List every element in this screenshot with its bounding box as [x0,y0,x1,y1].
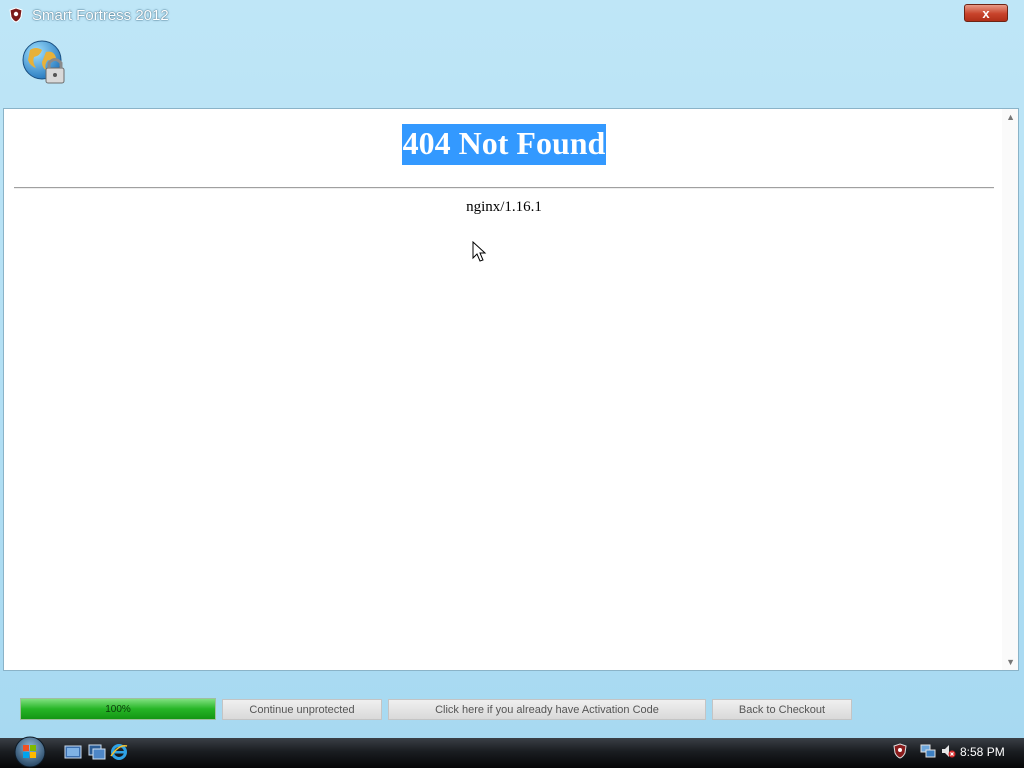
activation-code-button[interactable]: Click here if you already have Activatio… [388,699,706,720]
globe-lock-icon [22,40,65,84]
app-window: Smart Fortress 2012 x 404 Not Found ngin… [0,0,1024,738]
taskbar [0,738,1024,768]
continue-unprotected-button[interactable]: Continue unprotected [222,699,382,720]
heading-text: 404 Not Found [401,124,607,165]
browser-viewport[interactable]: 404 Not Found nginx/1.16.1 ▲ ▼ [3,108,1019,671]
close-icon: x [982,5,990,21]
taskbar-clock[interactable]: 8:58 PM [960,745,1005,759]
window-title: Smart Fortress 2012 [32,7,169,24]
shield-icon [9,7,23,23]
scroll-down-icon[interactable]: ▼ [1006,657,1015,667]
back-to-checkout-button[interactable]: Back to Checkout [712,699,852,720]
progress-label: 100% [105,703,131,715]
shield-tray-icon[interactable] [892,743,908,759]
divider [14,187,994,189]
vertical-scrollbar[interactable]: ▲ ▼ [1002,109,1018,670]
internet-explorer-icon[interactable] [110,743,128,761]
network-icon[interactable] [920,743,936,759]
server-info: nginx/1.16.1 [466,199,542,215]
title-bar[interactable]: Smart Fortress 2012 x [0,0,1024,32]
scroll-up-icon[interactable]: ▲ [1006,112,1015,122]
mouse-cursor-icon [472,241,487,262]
start-orb-icon[interactable] [10,735,50,768]
show-desktop-icon[interactable] [64,743,82,761]
close-button[interactable]: x [964,4,1008,22]
switch-windows-icon[interactable] [88,743,106,761]
page-heading: 404 Not Found [4,124,1004,165]
scan-progress-bar: 100% [20,698,216,720]
volume-muted-icon[interactable] [940,743,956,759]
